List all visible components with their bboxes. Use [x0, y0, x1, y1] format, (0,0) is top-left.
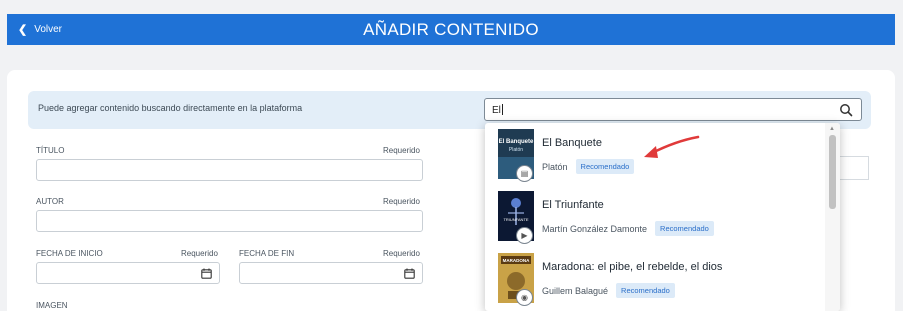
- result-author: Guillem Balagué: [542, 285, 609, 296]
- search-input[interactable]: El: [484, 98, 862, 121]
- title-field[interactable]: [36, 159, 423, 181]
- title-required: Requerido: [383, 146, 420, 155]
- start-date-required: Requerido: [181, 249, 218, 258]
- svg-text:Platón: Platón: [509, 147, 523, 153]
- image-label: IMAGEN: [36, 301, 68, 310]
- result-title: El Banquete: [542, 137, 602, 149]
- result-author: Martín González Damonte: [542, 223, 648, 234]
- calendar-icon[interactable]: [404, 268, 415, 279]
- title-label: TÍTULO: [36, 146, 65, 155]
- recommended-badge: Recomendado: [616, 283, 675, 298]
- end-date-required: Requerido: [383, 249, 420, 258]
- document-icon: ▤: [516, 165, 533, 182]
- search-icon[interactable]: [839, 103, 853, 117]
- start-date-field[interactable]: [36, 262, 220, 284]
- text-caret: [501, 104, 503, 115]
- result-title: El Triunfante: [542, 199, 604, 211]
- scrollbar-thumb[interactable]: [829, 135, 836, 209]
- end-date-label: FECHA DE FIN: [239, 249, 295, 258]
- result-item[interactable]: MARADONA ◉ Maradona: el pibe, el rebelde…: [485, 247, 825, 307]
- scroll-up-arrow-icon[interactable]: ▲: [829, 126, 835, 132]
- result-item[interactable]: TRIUNFANTE ▶ El Triunfante Martín Gonzál…: [485, 185, 825, 245]
- info-text: Puede agregar contenido buscando directa…: [38, 103, 303, 113]
- recommended-badge: Recomendado: [575, 159, 635, 174]
- search-value: El: [492, 105, 501, 116]
- top-bar: ❮ Volver AÑADIR CONTENIDO: [7, 14, 895, 45]
- author-label: AUTOR: [36, 197, 64, 206]
- page-title: AÑADIR CONTENIDO: [363, 20, 539, 39]
- author-field[interactable]: [36, 210, 423, 232]
- recommended-badge: Recomendado: [655, 221, 714, 236]
- author-required: Requerido: [383, 197, 420, 206]
- scrollbar[interactable]: ▲: [825, 123, 840, 311]
- result-author: Platón: [542, 161, 568, 172]
- calendar-icon[interactable]: [201, 268, 212, 279]
- headphones-icon: ◉: [516, 289, 533, 306]
- end-date-field[interactable]: [239, 262, 423, 284]
- video-icon: ▶: [516, 227, 533, 244]
- svg-text:MARADONA: MARADONA: [503, 258, 530, 263]
- start-date-label: FECHA DE INICIO: [36, 249, 103, 258]
- svg-text:TRIUNFANTE: TRIUNFANTE: [503, 217, 528, 222]
- result-title: Maradona: el pibe, el rebelde, el dios: [542, 261, 723, 273]
- annotation-arrow-icon: [644, 135, 700, 158]
- svg-text:El Banquete: El Banquete: [499, 139, 534, 145]
